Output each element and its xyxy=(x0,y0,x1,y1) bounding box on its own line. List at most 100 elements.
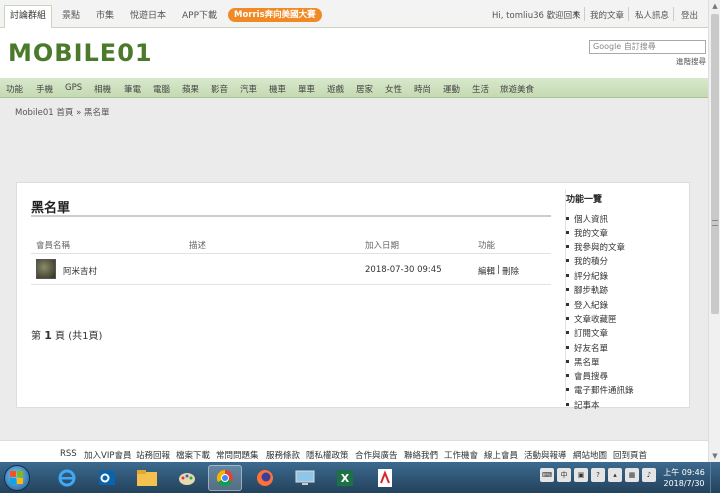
nav-item-apple[interactable]: 蘋果 xyxy=(182,83,199,95)
divider xyxy=(673,7,674,21)
firefox-icon[interactable] xyxy=(248,465,282,491)
nav-item-phones[interactable]: 手機 xyxy=(36,83,53,95)
main-panel: 黑名單 會員名稱 描述 加入日期 功能 阿米吉村 2018-07-30 09:4… xyxy=(16,182,690,411)
footer-link-sitemap[interactable]: 網站地圖 xyxy=(573,449,607,461)
footer-link-jobs[interactable]: 工作機會 xyxy=(444,449,478,461)
sidebar-item-ratings[interactable]: 評分紀錄 xyxy=(565,270,608,282)
promo-badge[interactable]: Morris奔向美國大賽 xyxy=(228,8,322,22)
delete-link[interactable]: 刪除 xyxy=(502,265,519,277)
footer-link-online-members[interactable]: 線上會員 xyxy=(484,449,518,461)
nav-item-life[interactable]: 生活 xyxy=(472,83,489,95)
category-nav: 功能 手機 GPS 相機 筆電 電腦 蘋果 影音 汽車 機車 單車 遊戲 居家 … xyxy=(0,78,708,98)
show-desktop-button[interactable] xyxy=(710,462,720,493)
tab-market[interactable]: 市集 xyxy=(96,6,114,28)
avatar[interactable] xyxy=(36,259,56,279)
sidebar-item-friends[interactable]: 好友名單 xyxy=(565,342,608,354)
footer-link-terms[interactable]: 服務條款 xyxy=(266,449,300,461)
volume-icon[interactable]: ♪ xyxy=(642,468,656,482)
ime-icon[interactable]: 中 xyxy=(557,468,571,482)
paint-icon[interactable] xyxy=(170,465,204,491)
sidebar-item-points[interactable]: 我的積分 xyxy=(565,255,608,267)
sidebar-item-email-contacts[interactable]: 電子郵件通訊錄 xyxy=(566,384,634,396)
footer-link-advertising[interactable]: 合作與廣告 xyxy=(355,449,398,461)
nav-item-women[interactable]: 女性 xyxy=(385,83,402,95)
scrollbar-thumb[interactable] xyxy=(711,14,719,314)
page-scrollbar[interactable]: ▲ ▼ xyxy=(708,0,720,462)
user-greeting[interactable]: Hi, tomliu36 歡迎回來 xyxy=(492,9,581,21)
tab-forum-groups[interactable]: 討論群組 xyxy=(4,5,53,28)
nav-item-sports[interactable]: 運動 xyxy=(443,83,460,95)
nav-item-features[interactable]: 功能 xyxy=(6,83,23,95)
footer-link-report[interactable]: 站務回報 xyxy=(136,449,170,461)
remote-desktop-icon[interactable] xyxy=(288,465,322,491)
network-icon[interactable]: ▦ xyxy=(625,468,639,482)
footer-link-rss[interactable]: RSS xyxy=(60,449,77,459)
sidebar-item-login-log[interactable]: 登入紀錄 xyxy=(565,299,608,311)
sidebar-item-blacklist[interactable]: 黑名單 xyxy=(566,356,600,368)
system-clock[interactable]: 上午 09:46 2018/7/30 xyxy=(660,467,708,489)
tab-app-download[interactable]: APP下載 xyxy=(182,6,217,28)
nav-item-av[interactable]: 影音 xyxy=(211,83,228,95)
sidebar-item-favorites[interactable]: 文章收藏匣 xyxy=(566,313,617,325)
scroll-down-icon[interactable]: ▼ xyxy=(711,452,719,460)
sidebar-item-participated[interactable]: 我參與的文章 xyxy=(565,241,625,253)
keyboard-icon[interactable]: ⌨ xyxy=(540,468,554,482)
nav-item-cars[interactable]: 汽車 xyxy=(240,83,257,95)
private-messages-link[interactable]: 私人訊息 xyxy=(635,9,669,21)
tab-japan-travel[interactable]: 悅遊日本 xyxy=(130,6,166,28)
sidebar-item-member-search[interactable]: 會員搜尋 xyxy=(565,370,608,382)
nav-item-cameras[interactable]: 相機 xyxy=(94,83,111,95)
edit-link[interactable]: 編輯 xyxy=(478,265,495,277)
nav-item-fashion[interactable]: 時尚 xyxy=(414,83,431,95)
nav-item-games[interactable]: 遊戲 xyxy=(327,83,344,95)
chevron-down-icon[interactable]: ▾ xyxy=(574,9,578,19)
file-explorer-icon[interactable] xyxy=(130,465,164,491)
nav-item-travel-food[interactable]: 旅遊美食 xyxy=(500,83,534,95)
nav-item-motorcycles[interactable]: 機車 xyxy=(269,83,286,95)
search-input[interactable]: Google 自訂搜尋 xyxy=(589,40,706,54)
nav-item-home[interactable]: 居家 xyxy=(356,83,373,95)
help-icon[interactable]: ? xyxy=(591,468,605,482)
tray-arrow-icon[interactable]: ▴ xyxy=(608,468,622,482)
top-bar: 討論群組 景點 市集 悅遊日本 APP下載 Morris奔向美國大賽 Hi, t… xyxy=(0,0,708,28)
chrome-icon[interactable] xyxy=(208,465,242,491)
pager-suffix: 頁 (共1頁) xyxy=(55,331,103,342)
divider xyxy=(584,7,585,21)
pager-current-page: 1 xyxy=(44,329,52,342)
outlook-icon[interactable] xyxy=(90,465,124,491)
sidebar-item-footprints[interactable]: 腳步軌跡 xyxy=(565,284,608,296)
nav-item-bicycles[interactable]: 單車 xyxy=(298,83,315,95)
footer-link-back-to-top[interactable]: 回到頁首 xyxy=(613,449,647,461)
nav-item-computers[interactable]: 電腦 xyxy=(153,83,170,95)
footer-link-vip[interactable]: 加入VIP會員 xyxy=(84,449,131,461)
footer-link-contact[interactable]: 聯絡我們 xyxy=(404,449,438,461)
logout-link[interactable]: 登出 xyxy=(681,9,698,21)
footer-link-privacy[interactable]: 隱私權政策 xyxy=(306,449,349,461)
scroll-up-icon[interactable]: ▲ xyxy=(711,2,719,10)
footer-link-events[interactable]: 活動與報導 xyxy=(524,449,567,461)
site-logo[interactable]: MOBILE01 xyxy=(8,38,153,68)
internet-explorer-icon[interactable] xyxy=(50,465,84,491)
sidebar-item-my-posts[interactable]: 我的文章 xyxy=(565,227,608,239)
member-name-link[interactable]: 阿米吉村 xyxy=(63,265,97,277)
nav-item-notebooks[interactable]: 筆電 xyxy=(124,83,141,95)
advanced-search-link[interactable]: 進階搜尋 xyxy=(676,56,706,67)
my-posts-link[interactable]: 我的文章 xyxy=(590,9,624,21)
footer-link-downloads[interactable]: 檔案下載 xyxy=(176,449,210,461)
breadcrumb[interactable]: Mobile01 首頁 » 黑名單 xyxy=(15,106,110,118)
tab-attractions[interactable]: 景點 xyxy=(62,6,80,28)
tray-app-icon[interactable]: ▣ xyxy=(574,468,588,482)
function-sidebar: 功能一覽 個人資訊 我的文章 我參與的文章 我的積分 評分紀錄 腳步軌跡 登入紀… xyxy=(565,189,685,411)
column-header-date: 加入日期 xyxy=(365,241,400,251)
footer-link-faq[interactable]: 常問問題集 xyxy=(216,449,259,461)
nav-item-gps[interactable]: GPS xyxy=(65,83,82,93)
sidebar-item-profile[interactable]: 個人資訊 xyxy=(565,213,608,225)
column-header-actions: 功能 xyxy=(478,241,496,251)
sidebar-item-subscriptions[interactable]: 訂閱文章 xyxy=(565,327,608,339)
acrobat-icon[interactable] xyxy=(368,465,402,491)
browser-page: 討論群組 景點 市集 悅遊日本 APP下載 Morris奔向美國大賽 Hi, t… xyxy=(0,0,708,462)
sidebar-item-notepad[interactable]: 記事本 xyxy=(566,399,600,411)
scrollbar-grip xyxy=(712,220,718,226)
excel-icon[interactable]: X xyxy=(328,465,362,491)
divider xyxy=(31,253,551,254)
